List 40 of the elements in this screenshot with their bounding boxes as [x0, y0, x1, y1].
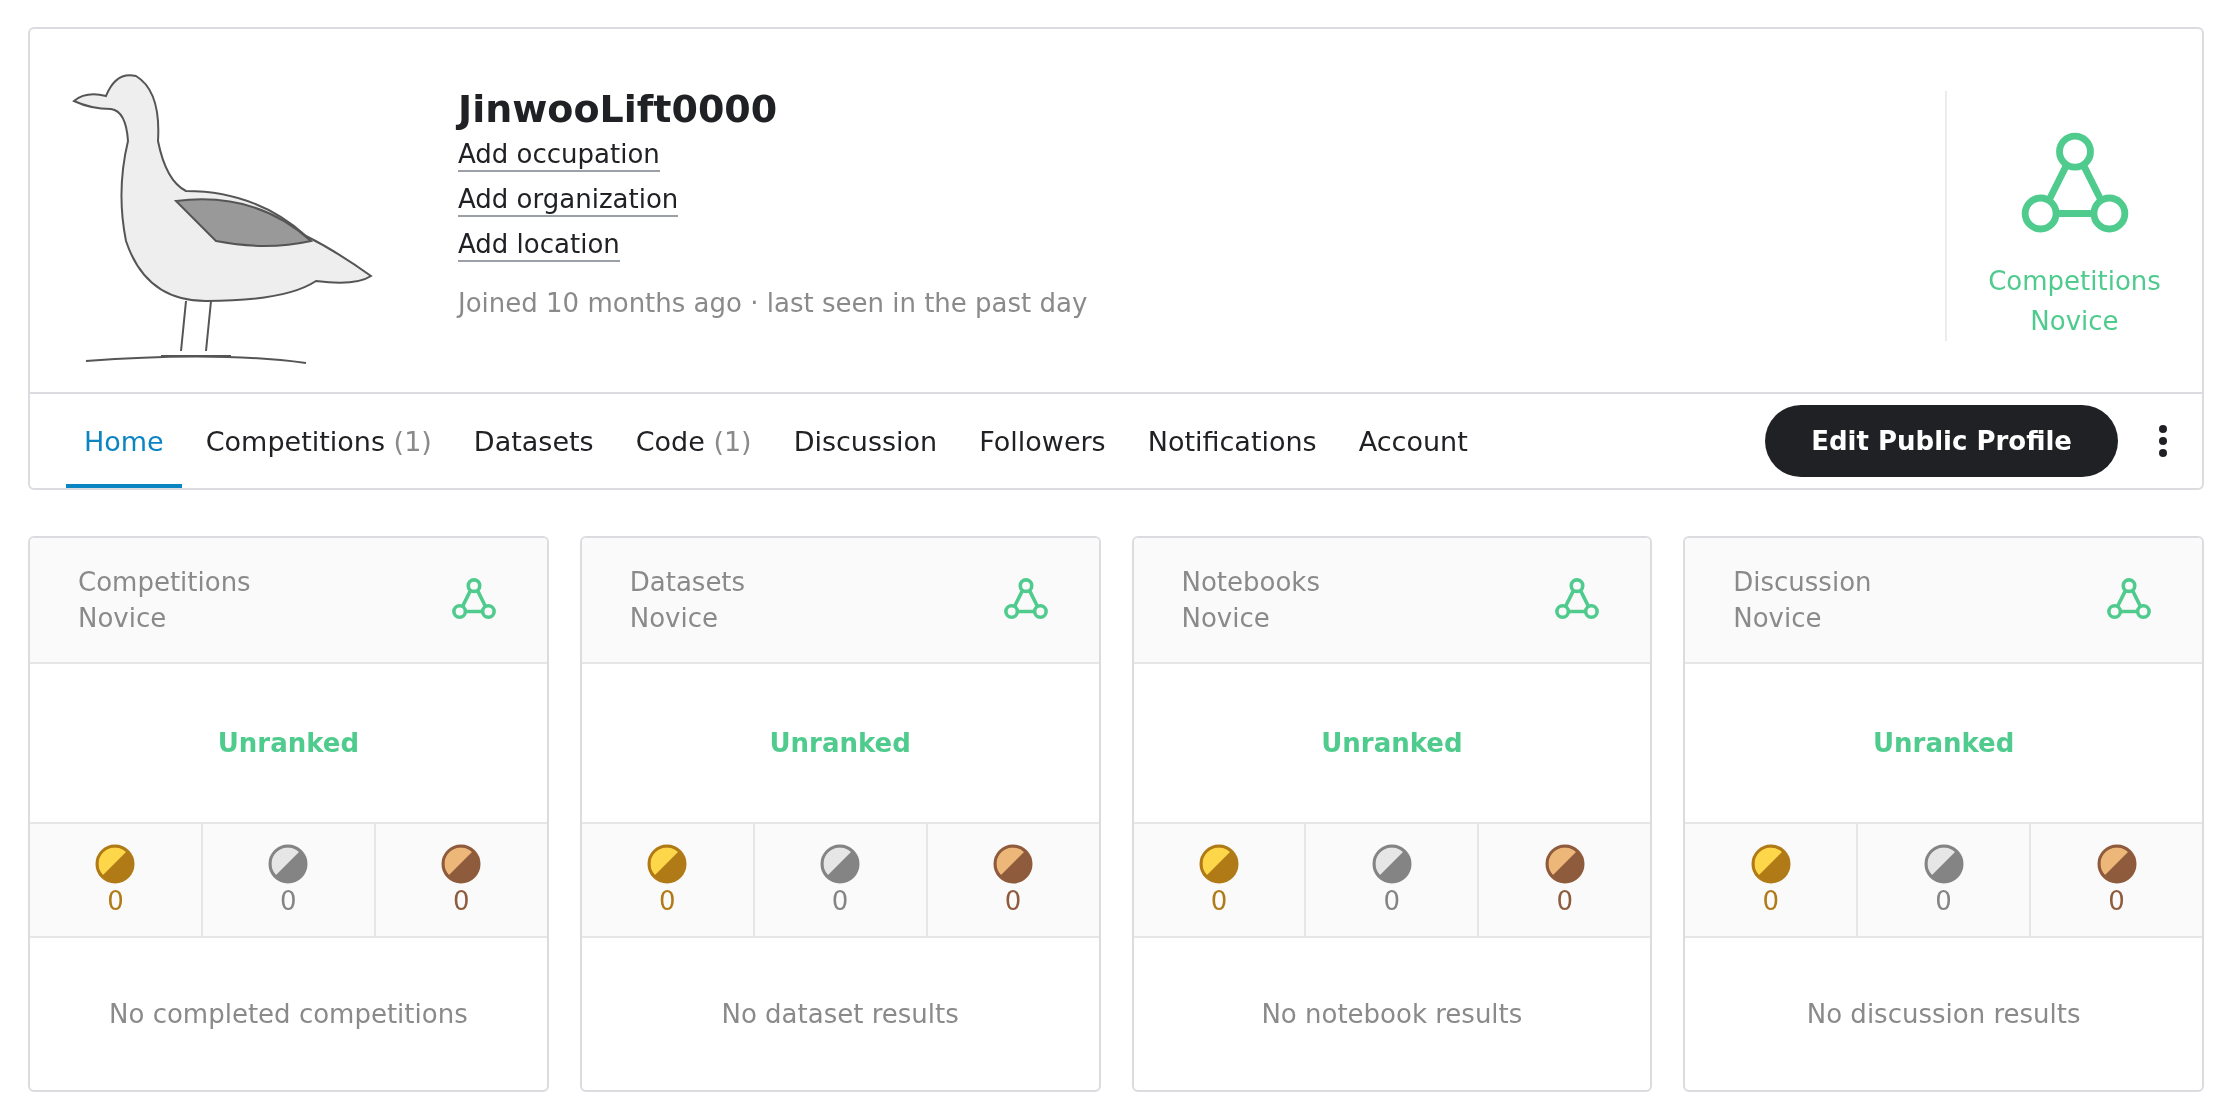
nav-tab[interactable]: Datasets	[455, 398, 612, 488]
profile-link[interactable]: Add location	[458, 229, 620, 262]
medal-count: 0	[1935, 886, 1952, 916]
rank-status: Unranked	[217, 728, 360, 758]
profile-link[interactable]: Add occupation	[458, 139, 660, 172]
profile-link[interactable]: Add organization	[458, 184, 679, 217]
nav-tab[interactable]: Competitions (1)	[187, 398, 450, 488]
card-title: Datasets Novice	[629, 566, 747, 635]
medal-count: 0	[1004, 886, 1022, 916]
medal-count: 0	[1210, 886, 1228, 916]
card-title: Discussion Novice	[1733, 566, 1873, 635]
medal-count: 0	[1762, 886, 1779, 916]
nav-tab[interactable]: Discussion	[775, 398, 956, 488]
rank-status: Unranked	[1872, 728, 2015, 758]
medal-count: 0	[453, 886, 470, 916]
medal-count: 0	[1556, 886, 1574, 916]
medal-count: 0	[280, 886, 297, 916]
tier-label: Competitions Novice	[1987, 265, 2162, 338]
nav-tab[interactable]: Home	[66, 398, 182, 488]
card-title: Competitions Novice	[78, 566, 252, 635]
joined-text: Joined 10 months ago · last seen in the past day	[458, 288, 1088, 318]
nav-tab[interactable]: Account	[1340, 398, 1486, 488]
nav-tab[interactable]: Followers	[961, 398, 1124, 488]
results-text: No discussion results	[1806, 999, 2081, 1029]
medal-count: 0	[831, 886, 849, 916]
medal-count: 0	[2108, 886, 2125, 916]
username: JinwooLift0000	[458, 87, 778, 131]
results-text: No notebook results	[1261, 999, 1523, 1029]
more-options-icon[interactable]	[2158, 424, 2168, 458]
medal-count: 0	[658, 886, 676, 916]
card-title: Notebooks Novice	[1181, 566, 1321, 635]
nav-tab[interactable]: Code (1)	[617, 398, 770, 488]
nav-tab[interactable]: Notifications	[1129, 398, 1335, 488]
medal-count: 0	[107, 886, 124, 916]
edit-profile-button[interactable]: Edit Public Profile	[1765, 405, 2118, 477]
rank-status: Unranked	[769, 728, 911, 758]
medal-count: 0	[1383, 886, 1401, 916]
results-text: No completed competitions	[109, 999, 468, 1029]
rank-status: Unranked	[1321, 728, 1463, 758]
results-text: No dataset results	[721, 999, 959, 1029]
